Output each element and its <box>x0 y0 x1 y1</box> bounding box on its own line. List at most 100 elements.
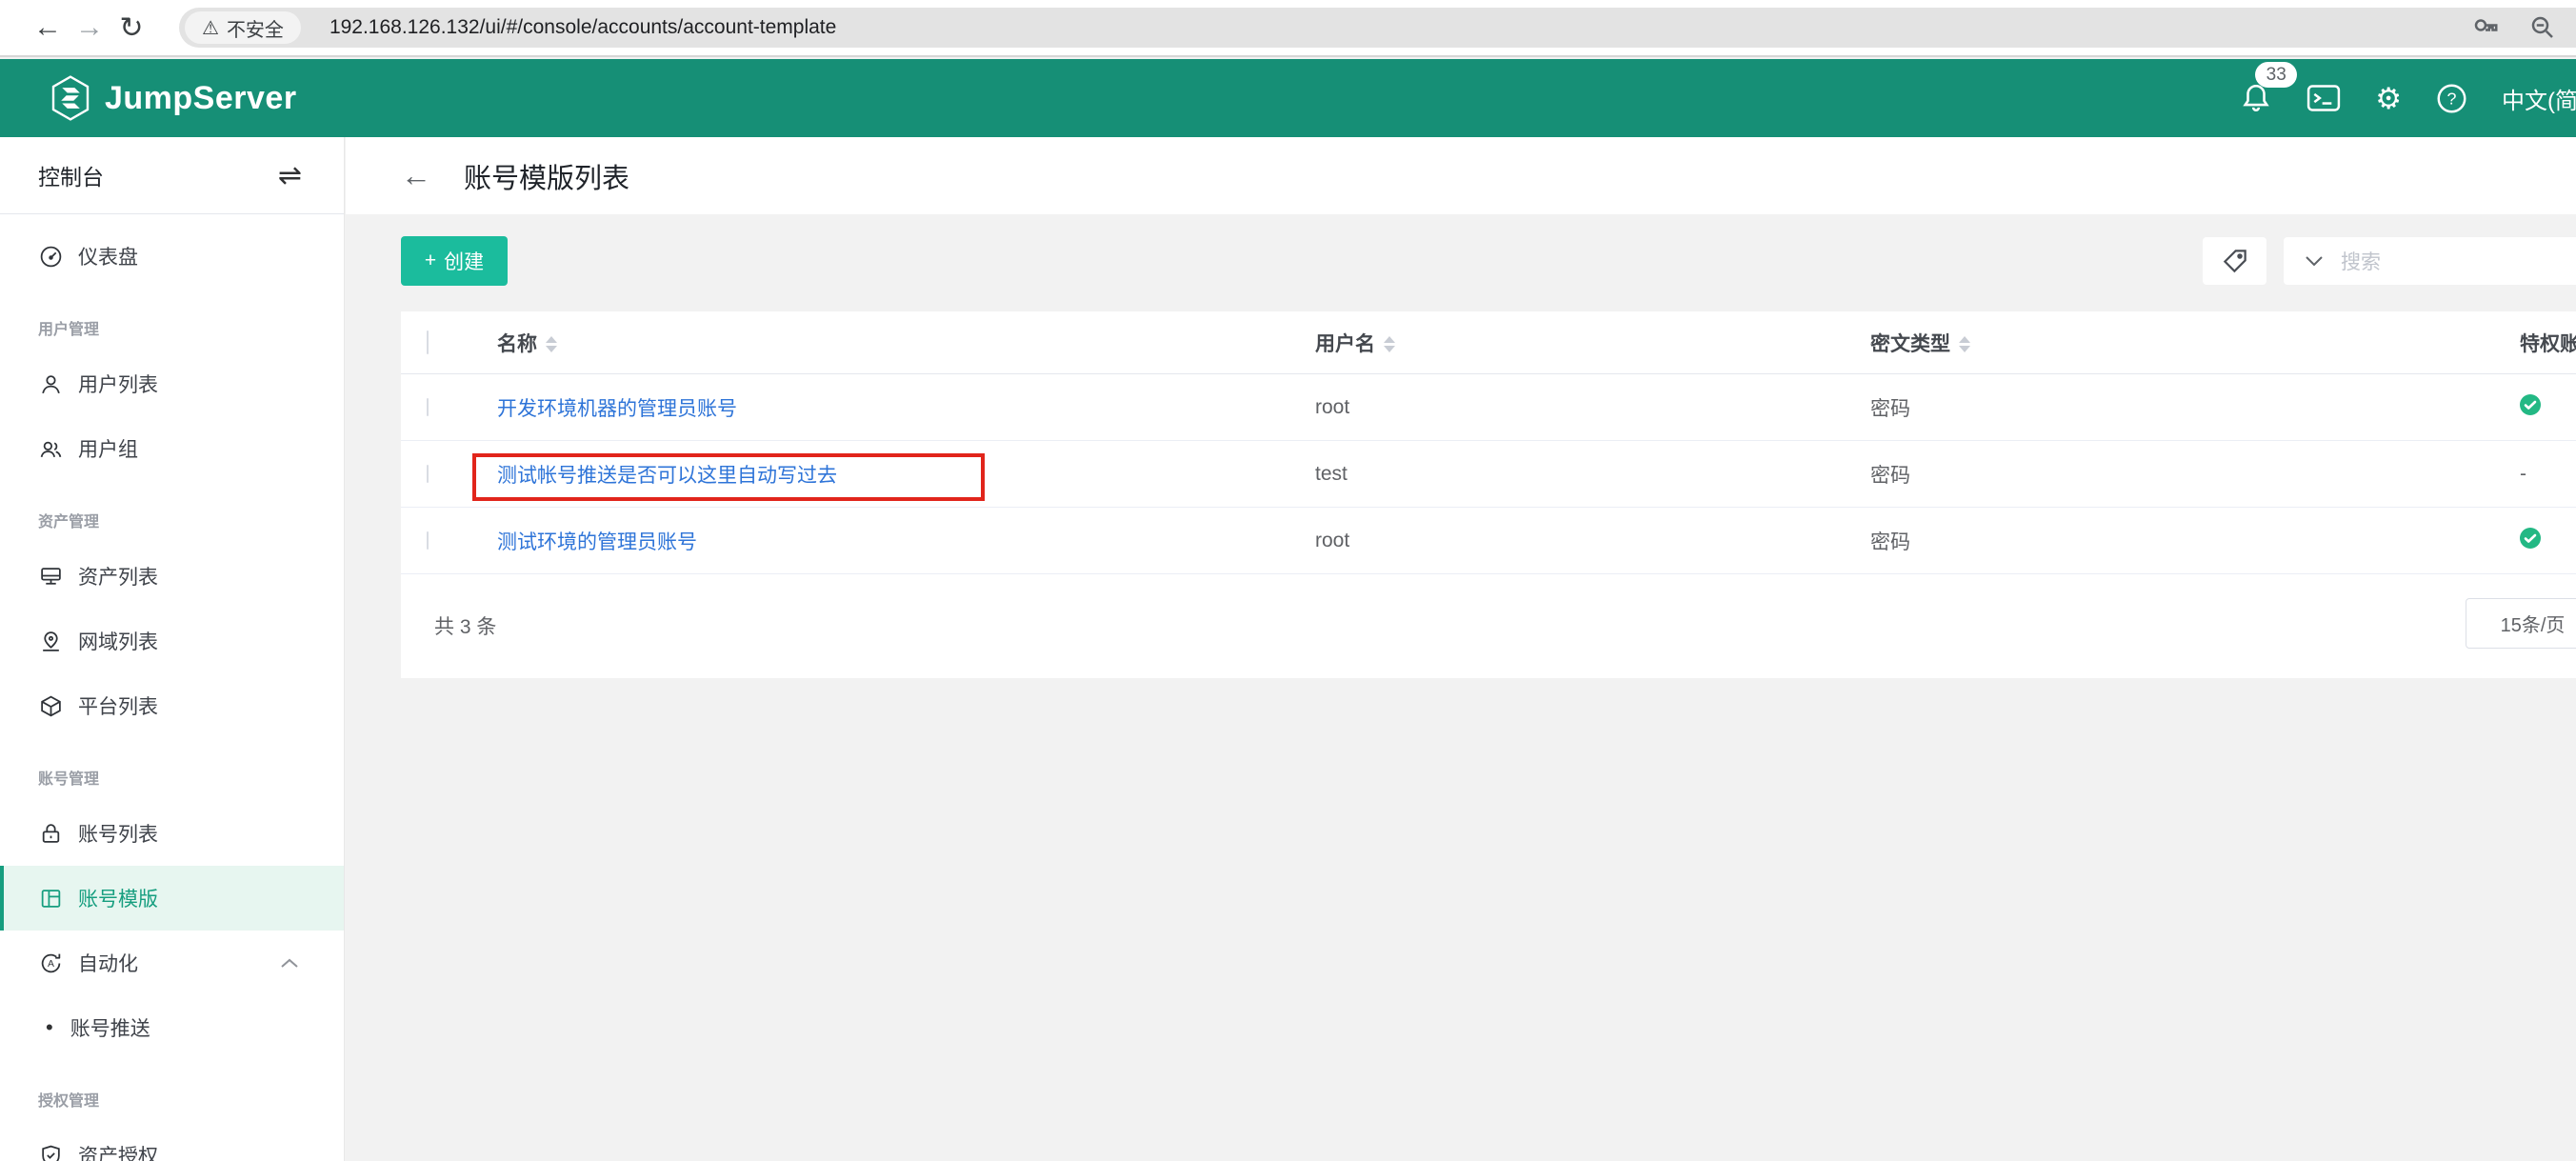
table-row: 测试环境的管理员账号 root 密码 <box>401 508 2576 574</box>
sidebar-item-domain-list[interactable]: 网域列表 <box>0 609 344 673</box>
web-terminal-icon[interactable] <box>2306 82 2341 114</box>
tag-filter-button[interactable] <box>2203 237 2266 285</box>
search-placeholder: 搜索 <box>2341 247 2381 275</box>
sidebar-item-account-push[interactable]: • 账号推送 <box>0 995 344 1060</box>
column-header-username: 用户名 <box>1315 333 1375 355</box>
browser-reload-icon[interactable]: ↻ <box>110 11 152 45</box>
console-view-title[interactable]: 控制台 <box>38 159 104 191</box>
sidebar-item-label: 账号列表 <box>78 819 158 848</box>
table-row: 测试帐号推送是否可以这里自动写过去 test 密码 - <box>401 441 2576 508</box>
table-row: 开发环境机器的管理员账号 root 密码 <box>401 374 2576 441</box>
sidebar-item-label: 资产列表 <box>78 562 158 591</box>
sidebar-item-label: 账号推送 <box>70 1013 150 1042</box>
view-switch-icon[interactable]: ⇌ <box>278 159 302 192</box>
column-header-secret-type: 密文类型 <box>1870 333 1950 355</box>
account-template-table: 名称 用户名 密文类型 特权账号 开发环境机器的管理员账号 root 密码 <box>401 311 2576 678</box>
language-selector[interactable]: 中文(简体) <box>2502 82 2576 115</box>
jumpserver-logo[interactable]: JumpServer <box>50 75 297 121</box>
sidebar-item-dashboard[interactable]: 仪表盘 <box>0 224 344 289</box>
user-icon <box>38 371 63 396</box>
sidebar-item-account-list[interactable]: 账号列表 <box>0 801 344 866</box>
app-header: JumpServer 33 ⚙ ? 中文(简体) <box>0 59 2576 137</box>
secret-type-cell: 密码 <box>1870 465 1910 487</box>
map-pin-icon <box>38 629 63 653</box>
browser-forward-icon[interactable]: → <box>69 11 110 44</box>
sort-name-icon[interactable] <box>546 336 557 352</box>
lock-icon <box>38 821 63 846</box>
sidebar-item-label: 账号模版 <box>78 884 158 912</box>
sidebar-item-platform-list[interactable]: 平台列表 <box>0 673 344 738</box>
browser-toolbar: ← → ↻ ⚠ 不安全 192.168.126.132/ui/#/console… <box>0 0 2576 57</box>
sidebar-item-label: 自动化 <box>78 949 138 977</box>
row-checkbox[interactable] <box>427 531 429 550</box>
settings-gear-icon[interactable]: ⚙ <box>2375 84 2402 113</box>
toolbar: + 创建 搜索 <box>401 236 2576 286</box>
address-bar[interactable]: ⚠ 不安全 192.168.126.132/ui/#/console/accou… <box>179 8 2576 48</box>
create-button-label: 创建 <box>444 247 484 275</box>
sidebar-item-user-group[interactable]: 用户组 <box>0 416 344 481</box>
sidebar-item-label: 用户组 <box>78 434 138 463</box>
zoom-out-icon[interactable] <box>2528 13 2557 42</box>
sidebar-section-asset-management: 资产管理 <box>0 496 344 544</box>
security-label: 不安全 <box>227 14 284 42</box>
sidebar-item-label: 资产授权 <box>78 1141 158 1161</box>
plus-icon: + <box>425 250 436 272</box>
sidebar-item-label: 平台列表 <box>78 691 158 720</box>
jumpserver-logo-icon <box>50 75 91 121</box>
privileged-check-icon <box>2520 528 2541 549</box>
secret-type-cell: 密码 <box>1870 398 1910 420</box>
sort-username-icon[interactable] <box>1384 336 1395 352</box>
sidebar: 控制台 ⇌ 仪表盘 用户管理 用户列表 <box>0 137 345 1161</box>
site-security-chip[interactable]: ⚠ 不安全 <box>185 11 301 44</box>
sidebar-item-asset-permission[interactable]: 资产授权 <box>0 1123 344 1161</box>
template-layout-icon <box>38 886 63 911</box>
sidebar-item-user-list[interactable]: 用户列表 <box>0 351 344 416</box>
sort-secret-type-icon[interactable] <box>1959 336 1970 352</box>
warning-icon: ⚠ <box>202 16 219 40</box>
password-key-icon[interactable] <box>2471 13 2500 42</box>
chevron-down-icon[interactable] <box>2305 255 2324 268</box>
sidebar-item-label: 仪表盘 <box>78 242 138 270</box>
secret-type-cell: 密码 <box>1870 531 1910 553</box>
notification-count-badge: 33 <box>2255 62 2297 88</box>
svg-text:A: A <box>48 959 54 970</box>
page-size-select[interactable]: 15条/页 <box>2466 598 2576 649</box>
users-icon <box>38 436 63 461</box>
username-cell: root <box>1315 530 1349 551</box>
page-size-value: 15条/页 <box>2501 610 2566 637</box>
search-input[interactable]: 搜索 <box>2284 237 2576 285</box>
brand-name: JumpServer <box>105 80 297 117</box>
sidebar-section-account-management: 账号管理 <box>0 753 344 801</box>
sidebar-item-label: 网域列表 <box>78 627 158 655</box>
sidebar-item-account-template[interactable]: 账号模版 <box>0 866 344 931</box>
bullet-icon: • <box>46 1015 53 1040</box>
template-name-link[interactable]: 开发环境机器的管理员账号 <box>497 398 737 420</box>
shield-check-icon <box>38 1143 63 1161</box>
browser-back-icon[interactable]: ← <box>27 11 69 44</box>
row-checkbox[interactable] <box>427 398 429 416</box>
template-name-link[interactable]: 测试帐号推送是否可以这里自动写过去 <box>497 465 837 487</box>
privileged-check-icon <box>2520 394 2541 415</box>
row-checkbox[interactable] <box>427 465 429 483</box>
create-button[interactable]: + 创建 <box>401 236 508 286</box>
template-name-link[interactable]: 测试环境的管理员账号 <box>497 531 697 553</box>
chevron-up-icon[interactable] <box>279 956 300 970</box>
table-footer: 共 3 条 15条/页 <box>401 574 2576 677</box>
back-arrow-icon[interactable]: ← <box>401 158 431 193</box>
sidebar-item-automation[interactable]: A 自动化 <box>0 931 344 995</box>
sidebar-item-asset-list[interactable]: 资产列表 <box>0 544 344 609</box>
sidebar-section-permission-management: 授权管理 <box>0 1075 344 1123</box>
sidebar-item-label: 用户列表 <box>78 370 158 398</box>
page-title: 账号模版列表 <box>464 156 629 196</box>
select-all-checkbox[interactable] <box>427 330 429 354</box>
total-count-label: 共 3 条 <box>434 611 496 640</box>
table-header-row: 名称 用户名 密文类型 特权账号 <box>401 311 2576 374</box>
notification-bell-icon[interactable]: 33 <box>2240 81 2272 115</box>
tag-icon <box>2221 247 2249 275</box>
url-text[interactable]: 192.168.126.132/ui/#/console/accounts/ac… <box>329 16 2471 39</box>
column-header-privileged: 特权账号 <box>2520 333 2576 355</box>
username-cell: root <box>1315 396 1349 418</box>
page-body: + 创建 搜索 <box>346 214 2576 1161</box>
help-icon[interactable]: ? <box>2436 83 2467 114</box>
column-header-name: 名称 <box>497 333 537 355</box>
